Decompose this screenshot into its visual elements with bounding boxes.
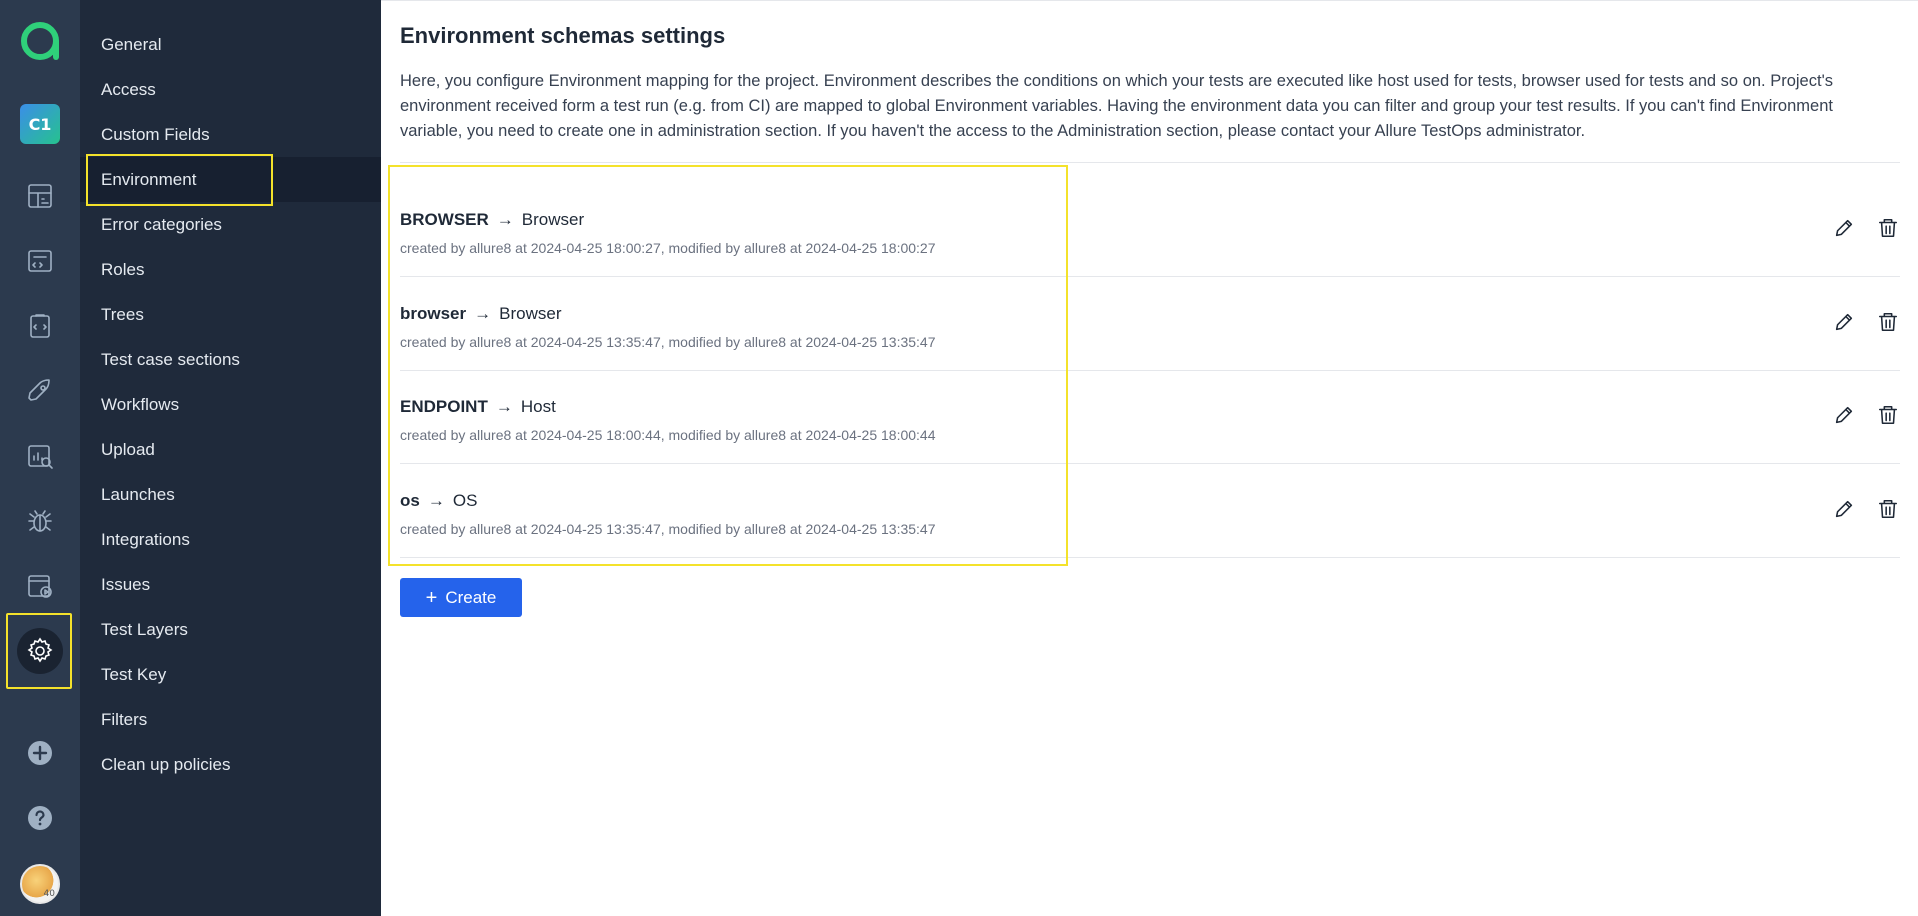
row-actions [1832, 403, 1900, 427]
settings-menu: General Access Custom Fields Environment… [80, 0, 381, 916]
analytics-icon[interactable] [20, 436, 60, 476]
row-actions [1832, 497, 1900, 521]
create-button[interactable]: + Create [400, 578, 522, 617]
delete-icon[interactable] [1876, 216, 1900, 240]
divider [400, 162, 1900, 163]
project-badge[interactable]: C1 [20, 104, 60, 144]
help-icon[interactable] [20, 798, 60, 838]
menu-item-custom-fields[interactable]: Custom Fields [80, 112, 381, 157]
allure-logo-icon[interactable] [19, 20, 61, 62]
row-actions [1832, 310, 1900, 334]
environment-highlight [86, 154, 273, 206]
menu-item-clean-up-policies[interactable]: Clean up policies [80, 742, 381, 787]
menu-item-launches[interactable]: Launches [80, 472, 381, 517]
delete-icon[interactable] [1876, 403, 1900, 427]
edit-icon[interactable] [1832, 310, 1856, 334]
page-description: Here, you configure Environment mapping … [400, 72, 1833, 140]
edit-icon[interactable] [1832, 403, 1856, 427]
create-button-label: Create [445, 587, 497, 607]
edit-icon[interactable] [1832, 216, 1856, 240]
launches-icon[interactable] [20, 371, 60, 411]
edit-icon[interactable] [1832, 497, 1856, 521]
menu-item-test-layers[interactable]: Test Layers [80, 607, 381, 652]
menu-item-issues[interactable]: Issues [80, 562, 381, 607]
menu-item-general[interactable]: General [80, 22, 381, 67]
test-cases-icon[interactable] [20, 241, 60, 281]
menu-item-integrations[interactable]: Integrations [80, 517, 381, 562]
avatar-badge: 40 [43, 889, 55, 899]
test-plans-icon[interactable] [20, 306, 60, 346]
menu-item-trees[interactable]: Trees [80, 292, 381, 337]
icon-rail: C1 40 [0, 0, 80, 916]
menu-item-access[interactable]: Access [80, 67, 381, 112]
menu-item-workflows[interactable]: Workflows [80, 382, 381, 427]
plus-icon: + [425, 586, 438, 609]
page-title: Environment schemas settings [400, 23, 726, 48]
menu-item-filters[interactable]: Filters [80, 697, 381, 742]
settings-icon[interactable] [17, 628, 63, 674]
delete-icon[interactable] [1876, 310, 1900, 334]
delete-icon[interactable] [1876, 497, 1900, 521]
menu-item-upload[interactable]: Upload [80, 427, 381, 472]
jobs-icon[interactable] [20, 566, 60, 606]
menu-item-roles[interactable]: Roles [80, 247, 381, 292]
defects-icon[interactable] [20, 501, 60, 541]
menu-item-error-categories[interactable]: Error categories [80, 202, 381, 247]
menu-item-test-key[interactable]: Test Key [80, 652, 381, 697]
dashboard-icon[interactable] [20, 176, 60, 216]
row-actions [1832, 216, 1900, 240]
avatar[interactable]: 40 [20, 864, 60, 904]
rows-highlight [388, 165, 1068, 566]
add-icon[interactable] [20, 733, 60, 773]
menu-item-test-case-sections[interactable]: Test case sections [80, 337, 381, 382]
